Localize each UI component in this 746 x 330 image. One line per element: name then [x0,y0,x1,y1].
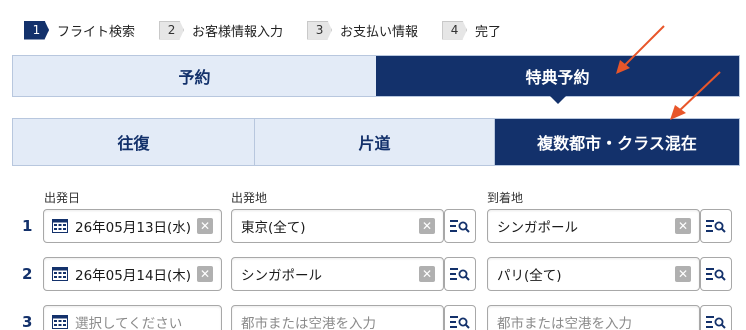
calendar-icon [52,219,68,233]
step-number: 1 [24,20,49,40]
departure-date-field[interactable]: 26年05月14日(木) ✕ [43,257,222,291]
step-label: フライト検索 [57,24,136,40]
airport-search-button[interactable] [444,257,476,291]
departure-place-input[interactable]: 東京(全て) ✕ [231,209,444,243]
arrival-place-value: シンガポール [497,220,578,236]
airport-search-button[interactable] [700,305,732,330]
departure-place-value: シンガポール [241,268,322,284]
tab-round-trip[interactable]: 往復 [13,119,255,165]
clear-icon[interactable]: ✕ [675,266,691,282]
step-number: 4 [442,20,468,40]
list-search-icon [450,316,470,329]
list-search-icon [450,268,470,281]
departure-date-placeholder: 選択してください [75,316,183,330]
calendar-icon [52,267,68,281]
airport-search-button[interactable] [444,305,476,330]
list-search-icon [450,220,470,233]
step-payment-info: 3 お支払い情報 [307,20,419,40]
departure-place-input[interactable]: 都市または空港を入力 [231,305,444,330]
segment-number: 2 [22,265,33,283]
airport-search-button[interactable] [700,257,732,291]
booking-type-tabs: 予約 特典予約 [12,55,740,104]
arrival-place-value: パリ(全て) [497,268,562,284]
tab-regular-booking[interactable]: 予約 [13,56,376,96]
progress-steps: 1 フライト検索 2 お客様情報入力 3 お支払い情報 4 完了 [24,19,525,41]
departure-place-placeholder: 都市または空港を入力 [241,316,376,330]
airport-search-button[interactable] [444,209,476,243]
clear-icon[interactable]: ✕ [675,218,691,234]
departure-place-value: 東京(全て) [241,220,306,236]
step-complete: 4 完了 [442,20,502,40]
step-number: 3 [307,20,333,40]
list-search-icon [706,316,726,329]
departure-date-value: 26年05月13日(水) [75,220,192,236]
clear-icon[interactable]: ✕ [419,218,435,234]
step-label: お客様情報入力 [192,24,284,40]
step-label: お支払い情報 [340,24,419,40]
trip-type-tabs: 往復 片道 複数都市・クラス混在 [12,118,740,166]
segment-number: 1 [22,217,33,235]
tab-one-way[interactable]: 片道 [255,119,495,165]
step-flight-search: 1 フライト検索 [24,20,136,40]
departure-date-field[interactable]: 選択してください [43,305,222,330]
departure-date-label: 出発日 [44,191,81,205]
airport-search-button[interactable] [700,209,732,243]
step-number: 2 [159,20,185,40]
departure-date-field[interactable]: 26年05月13日(水) ✕ [43,209,222,243]
clear-icon[interactable]: ✕ [419,266,435,282]
calendar-icon [52,315,68,329]
list-search-icon [706,268,726,281]
arrival-place-input[interactable]: パリ(全て) ✕ [487,257,700,291]
step-label: 完了 [475,24,502,40]
departure-date-value: 26年05月14日(木) [75,268,192,284]
departure-place-input[interactable]: シンガポール ✕ [231,257,444,291]
arrival-place-placeholder: 都市または空港を入力 [497,316,632,330]
clear-icon[interactable]: ✕ [197,266,213,282]
step-customer-info: 2 お客様情報入力 [159,20,284,40]
arrival-place-label: 到着地 [487,191,524,205]
clear-icon[interactable]: ✕ [197,218,213,234]
tab-award-booking[interactable]: 特典予約 [376,56,739,104]
tab-multi-city[interactable]: 複数都市・クラス混在 [495,119,739,165]
arrival-place-input[interactable]: 都市または空港を入力 [487,305,700,330]
departure-place-label: 出発地 [231,191,268,205]
segment-number: 3 [22,313,33,330]
list-search-icon [706,220,726,233]
arrival-place-input[interactable]: シンガポール ✕ [487,209,700,243]
